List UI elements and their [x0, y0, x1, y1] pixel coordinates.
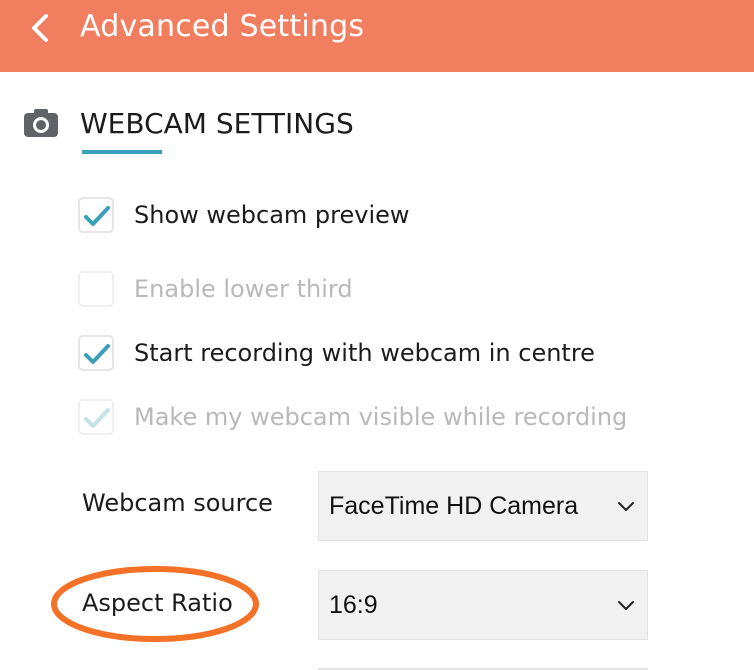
checkmark-icon [84, 344, 110, 364]
option-label: Start recording with webcam in centre [134, 339, 595, 367]
chevron-left-icon [32, 14, 48, 42]
option-label: Enable lower third [134, 275, 353, 303]
checkbox[interactable] [78, 271, 114, 307]
chevron-down-icon [618, 502, 634, 511]
webcam-source-label: Webcam source [82, 489, 273, 517]
option-webcam-visible-recording[interactable]: Make my webcam visible while recording [78, 398, 698, 436]
webcam-source-select[interactable]: FaceTime HD Camera [318, 471, 648, 541]
section-title: WEBCAM SETTINGS [80, 107, 354, 140]
section-title-underline [82, 150, 162, 154]
header-bar: Advanced Settings [0, 0, 754, 72]
back-button[interactable] [22, 6, 62, 50]
option-label: Show webcam preview [134, 201, 410, 229]
aspect-ratio-select[interactable]: 16:9 [318, 570, 648, 640]
option-start-recording-centre[interactable]: Start recording with webcam in centre [78, 334, 698, 372]
option-show-webcam-preview[interactable]: Show webcam preview [78, 196, 698, 234]
page-title: Advanced Settings [80, 9, 365, 44]
aspect-ratio-value: 16:9 [329, 590, 378, 619]
option-label: Make my webcam visible while recording [134, 403, 628, 431]
checkmark-icon [84, 206, 110, 226]
camera-icon [24, 109, 58, 137]
checkbox[interactable] [78, 399, 114, 435]
option-enable-lower-third[interactable]: Enable lower third [78, 270, 698, 308]
checkbox[interactable] [78, 197, 114, 233]
webcam-source-value: FaceTime HD Camera [329, 491, 579, 520]
checkbox[interactable] [78, 335, 114, 371]
chevron-down-icon [618, 601, 634, 610]
highlight-ellipse [51, 566, 259, 642]
checkmark-icon [84, 408, 110, 428]
